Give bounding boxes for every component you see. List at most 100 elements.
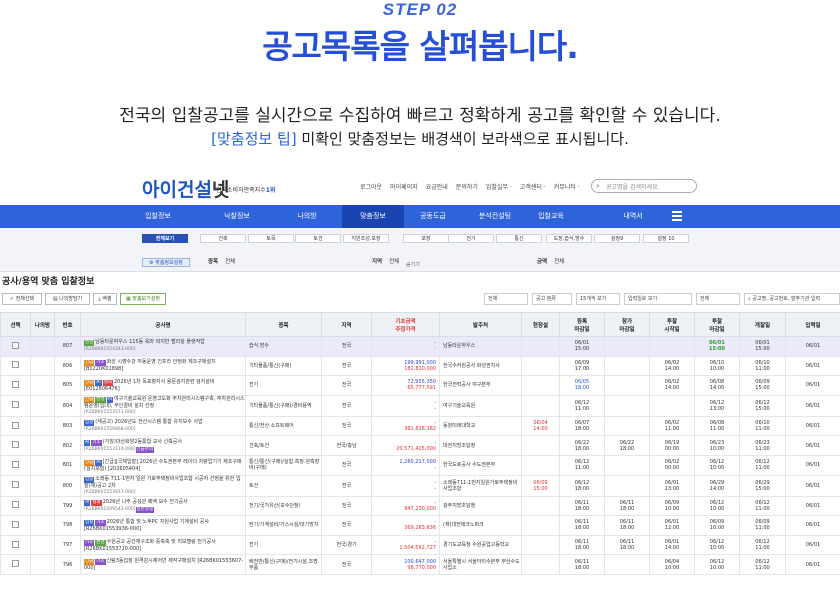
table-row[interactable]: 798 입찰 기초 2026년 통합 및 노후PC 지원사업 기계설비 공사 [R26… — [0, 515, 840, 536]
filter-select-4[interactable]: 입력일로 보기 — [624, 293, 692, 305]
my-room-cell[interactable] — [30, 474, 55, 497]
row-checkbox[interactable] — [12, 460, 19, 468]
my-room-cell[interactable] — [30, 375, 55, 396]
row-checkbox[interactable] — [12, 361, 19, 369]
part-deadline-cell — [604, 375, 650, 396]
column-header-label: 시작일 — [664, 326, 680, 333]
table-row[interactable]: 802 AI 기초 (가칭)마산화양2동통합 교사 신축공사 [R26BK0155311… — [0, 435, 840, 456]
category-tab[interactable]: 도장,습식,방수 — [546, 234, 592, 243]
top-link[interactable]: 고객센터 · — [520, 184, 546, 191]
column-header: 발주처 — [439, 312, 522, 337]
row-checkbox[interactable] — [12, 501, 19, 509]
title-cell[interactable]: 긴급 기초 신림3동집장 원격감시제어반 제작구매설치 [R26BK01553607… — [80, 554, 246, 575]
table-row[interactable]: 807 변경 남동타운하우스 115동 옥마 외지반 벨리설 플랫작업 [R26BK0… — [0, 336, 840, 357]
nav-item[interactable]: 내역서 — [602, 205, 664, 228]
table-row[interactable]: 799 AI 철회 2026년 나주 공성관 페액 보수 전기공사 [R26BK0150… — [0, 495, 840, 517]
table-row[interactable]: 797 기초 변경 수원공고 공간재구조화 중축축 및 리모델링 전기공사 [R26B… — [0, 534, 840, 556]
title-cell[interactable]: 긴급 AI [긴급][국제입찰] 2026년 수도권본부 레이더 차량업기기 제조구… — [80, 454, 246, 476]
add-my-room-button[interactable]: ▤ 나의방담기 — [45, 293, 90, 305]
bid-title[interactable]: 신림3동집장 원격감시제어반 제작구매설치 [R26BK01553607-000… — [84, 558, 243, 571]
row-checkbox[interactable] — [12, 401, 19, 409]
my-room-cell[interactable] — [30, 454, 55, 476]
row-checkbox[interactable] — [12, 540, 19, 548]
title-cell[interactable]: 입찰 소래동 711-1번지 일원 가로주택정비사업조합 시공자 선정을 위한 입… — [80, 474, 246, 497]
list-search-input[interactable]: ⌕ 공고명, 공고번호, 발주기관 입력 — [744, 293, 840, 305]
collapse-toggle[interactable]: 숨기기 — [406, 261, 420, 268]
title-cell[interactable]: AI 철회 2026년 나주 공성관 페액 보수 전기공사 [R26BK0150954… — [80, 495, 246, 517]
bid-title[interactable]: 남동타운하우스 115동 옥마 외지반 벨리설 플랫작업 — [95, 339, 205, 345]
row-checkbox[interactable] — [12, 560, 19, 568]
select-all-button[interactable]: ✓ 전체선택 — [2, 293, 42, 305]
my-room-cell[interactable] — [30, 394, 55, 417]
table-row[interactable]: 800 입찰 소래동 711-1번지 일원 가로주택정비사업조합 시공자 선정을 위… — [0, 474, 840, 497]
my-room-cell[interactable] — [30, 336, 55, 357]
input-date-cell: 06/01 — [785, 435, 840, 456]
top-link[interactable]: 문의하기 — [456, 184, 478, 191]
category-tab[interactable]: 전체보기 — [142, 234, 188, 243]
filter-select-5[interactable]: 전체 — [696, 293, 740, 305]
excel-button[interactable]: ⤓ 엑셀 — [93, 293, 117, 305]
table-row[interactable]: 805 긴급 AI 철회 2026년 1차 독포항지사 용문검지관련 검지설비 [E01… — [0, 375, 840, 396]
my-room-cell[interactable] — [30, 515, 55, 536]
top-link[interactable]: 입찰실무 · — [486, 184, 512, 191]
table-row[interactable]: 804 긴급 변경 AI 여구기술교육원 운영고도화 주차관리시스템구축, 주차관리시스… — [0, 394, 840, 417]
category-tab[interactable]: 전기 — [448, 234, 494, 243]
nav-item[interactable]: 입찰교육 — [520, 205, 582, 228]
my-room-cell[interactable] — [30, 435, 55, 456]
nav-item[interactable]: 분석컨설팅 — [464, 205, 526, 228]
custom-view-button[interactable]: ▦ 맞춤보기설정 — [120, 293, 166, 305]
search-input[interactable]: ⌕ 공고명을 검색하세요. — [591, 179, 697, 193]
table-row[interactable]: 801 긴급 AI [긴급][국제입찰] 2026년 수도권본부 레이더 차량업기기 … — [0, 454, 840, 476]
row-checkbox[interactable] — [12, 380, 19, 388]
row-checkbox[interactable] — [12, 441, 19, 449]
bid-deadline-cell: 06/29 14:00 — [694, 474, 740, 497]
title-cell[interactable]: 입찰 기초 2026년 통합 및 노후PC 지원사업 기계설비 공사 [R26BK0… — [80, 515, 246, 536]
menu-icon[interactable] — [672, 211, 682, 222]
row-checkbox[interactable] — [12, 421, 19, 429]
title-cell[interactable]: 입찰 (재공고) 2026년도 전산시스템 통합 유지보수 사업 [R26BK015… — [80, 415, 246, 437]
nav-item[interactable]: 낙찰정보 — [206, 205, 268, 228]
my-room-cell[interactable] — [30, 534, 55, 556]
category-tab[interactable]: 건축 — [200, 234, 246, 243]
bid-title[interactable]: [긴급][국제입찰] 2026년 수도권본부 레이더 차량업기기 제조구매(설치… — [84, 459, 242, 472]
nav-item[interactable]: 입찰정보 — [127, 205, 189, 228]
my-room-cell[interactable] — [30, 554, 55, 575]
filter-select-3[interactable]: 15개씩 보기 — [576, 293, 620, 305]
filter-select-2[interactable]: 공고 분류 — [532, 293, 572, 305]
top-link[interactable]: 마이페이지 — [390, 184, 418, 191]
category-tab[interactable]: 토목 — [248, 234, 294, 243]
my-room-cell[interactable] — [30, 415, 55, 437]
category-tab[interactable]: 통신 — [496, 234, 542, 243]
category-tab[interactable]: 설정9 — [594, 234, 640, 243]
nav-item[interactable]: 맞춤정보 — [342, 205, 404, 228]
row-checkbox[interactable] — [12, 520, 19, 528]
bid-title[interactable]: 2026년 나주 공성관 페액 보수 전기공사 — [103, 499, 188, 505]
table-row[interactable]: 803 입찰 (재공고) 2026년도 전산시스템 통합 유지보수 사업 [R26BK… — [0, 415, 840, 437]
row-checkbox[interactable] — [12, 481, 19, 489]
bid-title[interactable]: (재공고) 2026년도 전산시스템 통합 유지보수 사업 — [95, 419, 202, 425]
title-cell[interactable]: AI 기초 (가칭)마산화양2동통합 교사 신축공사 [R26BK01553114-0… — [80, 435, 246, 456]
top-link[interactable]: 로그아웃 — [360, 184, 382, 191]
table-row[interactable]: 806 긴급 기초 화성 시영수강 자동운영 인프라 안정화 제조구매설치 [B122… — [0, 355, 840, 377]
nav-item[interactable]: 공동도급 — [402, 205, 464, 228]
custom-settings-button[interactable]: ⚙ 맞춤정보설정 — [142, 258, 190, 267]
category-tab[interactable]: 토건 — [295, 234, 341, 243]
category-tab[interactable]: 포장 — [403, 234, 449, 243]
top-link[interactable]: 요금안내 — [426, 184, 448, 191]
bid-title[interactable]: (가칭)마산화양2동통합 교사 신축공사 — [103, 439, 182, 445]
title-cell[interactable]: 긴급 변경 AI 여구기술교육원 운영고도화 주차관리시스템구축, 주차관리시스템운영… — [80, 394, 246, 417]
my-room-cell[interactable] — [30, 355, 55, 377]
nav-item[interactable]: 나의방 — [276, 205, 338, 228]
title-cell[interactable]: 기초 변경 수원공고 공간재구조화 중축축 및 리모델링 전기공사 [R26BK01… — [80, 534, 246, 556]
my-room-cell[interactable] — [30, 495, 55, 517]
title-cell[interactable]: 변경 남동타운하우스 115동 옥마 외지반 벨리설 플랫작업 [R26BK0155… — [80, 336, 246, 357]
table-row[interactable]: 796 긴급 기초 신림3동집장 원격감시제어반 제작구매설치 [R26BK01553… — [0, 554, 840, 575]
title-cell[interactable]: 긴급 기초 화성 시영수강 자동운영 인프라 안정화 제조구매설치 [B1220K0… — [80, 355, 246, 377]
bid-title[interactable]: 소래동 711-1번지 일원 가로주택정비사업조합 시공자 선정을 위한 입찰(… — [84, 476, 241, 489]
category-tab[interactable]: 지반조성.포장 — [343, 234, 389, 243]
filter-select-1[interactable]: 전체 — [484, 293, 528, 305]
row-checkbox[interactable] — [12, 341, 19, 349]
top-link[interactable]: 커뮤니티 · — [554, 184, 580, 191]
title-cell[interactable]: 긴급 AI 철회 2026년 1차 독포항지사 용문검지관련 검지설비 [E01260… — [80, 375, 246, 396]
category-tab[interactable]: 설정 10 — [643, 234, 689, 243]
